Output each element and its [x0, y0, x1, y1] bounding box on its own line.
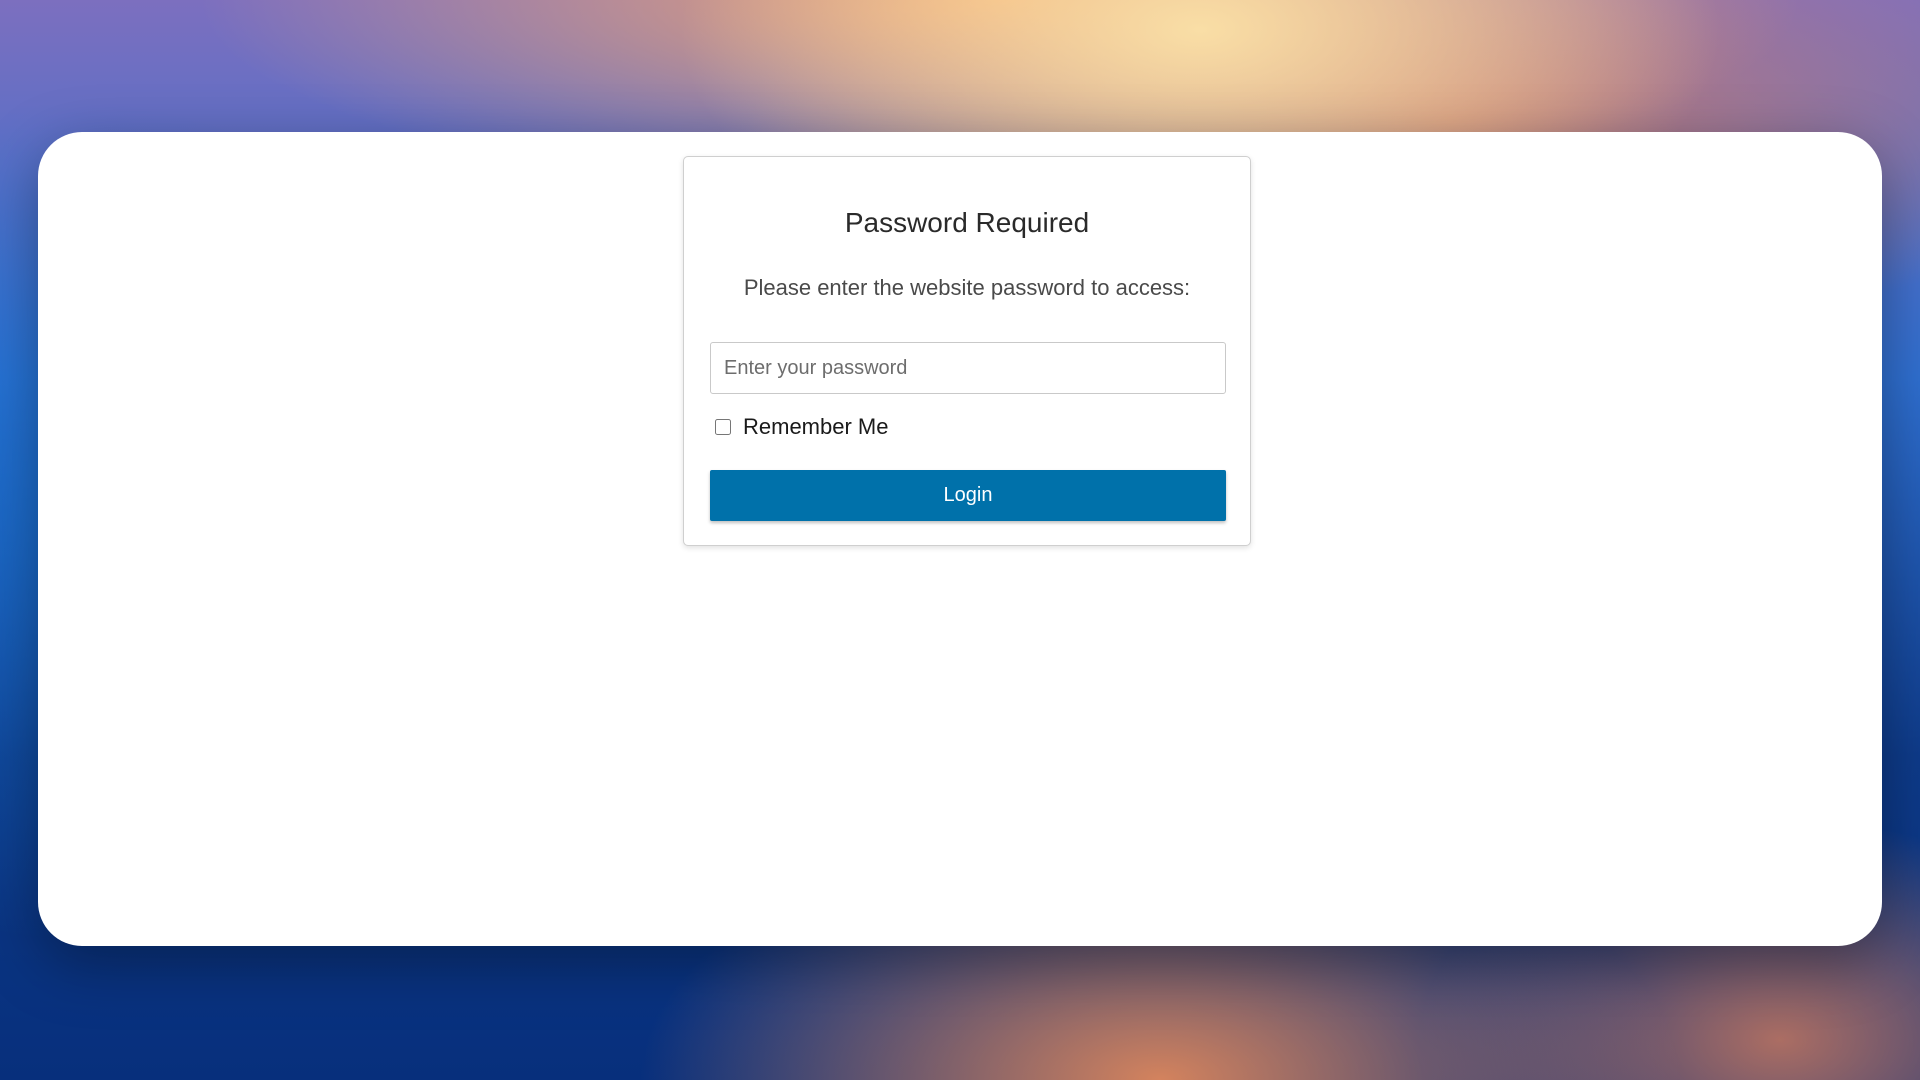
remember-me-label[interactable]: Remember Me: [743, 414, 888, 440]
login-instructions: Please enter the website password to acc…: [743, 275, 1191, 300]
browser-window: Password Required Please enter the websi…: [38, 132, 1882, 946]
login-button[interactable]: Login: [710, 470, 1226, 521]
remember-me-checkbox[interactable]: [715, 419, 731, 435]
password-input[interactable]: [710, 342, 1226, 394]
login-card: Password Required Please enter the websi…: [683, 156, 1251, 546]
login-title: Password Required: [844, 207, 1090, 238]
remember-me-row[interactable]: Remember Me: [715, 413, 888, 441]
